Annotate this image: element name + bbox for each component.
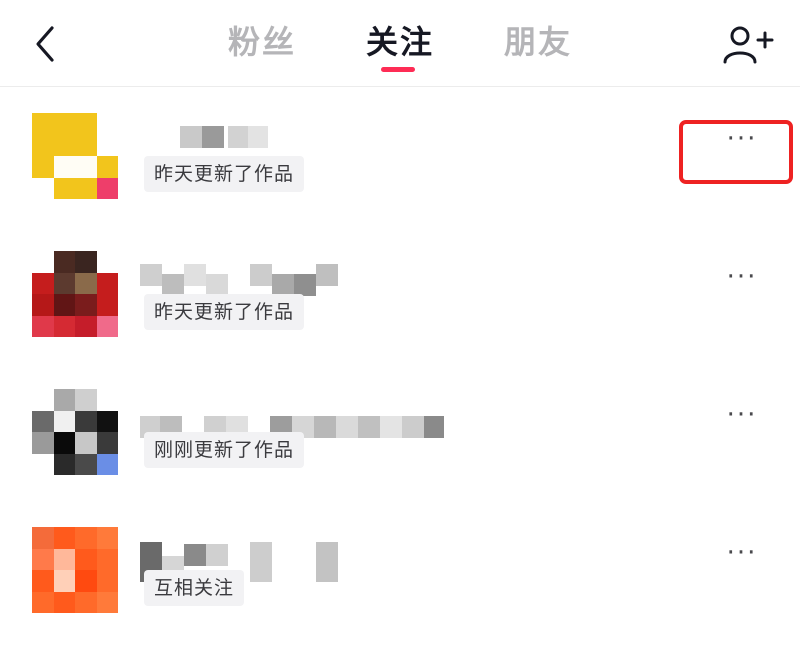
avatar[interactable] [32,113,118,199]
tab-friends[interactable]: 朋友 [504,18,572,66]
tab-following[interactable]: 关注 [366,18,434,66]
avatar[interactable] [32,527,118,613]
add-user-icon [723,26,774,64]
status-tag: 昨天更新了作品 [144,294,305,330]
following-list-item[interactable]: 刚刚更新了作品 ··· [0,376,800,514]
highlight-annotation-box [679,120,793,184]
top-nav-bar: 粉丝 关注 朋友 [0,0,800,87]
more-options-button[interactable]: ··· [700,260,784,300]
status-tag: 互相关注 [144,570,245,606]
tab-fans[interactable]: 粉丝 [228,18,296,66]
following-list-item[interactable]: 互相关注 ··· [0,514,800,652]
active-tab-indicator [381,67,415,72]
chevron-left-icon [36,26,54,62]
status-tag: 刚刚更新了作品 [144,432,305,468]
more-options-button[interactable]: ··· [700,398,784,438]
username-blurred [140,120,460,156]
back-button[interactable] [28,22,68,66]
username-blurred [140,396,460,438]
add-friend-button[interactable] [722,22,776,66]
avatar[interactable] [32,389,118,475]
username-blurred [140,258,460,296]
status-tag: 昨天更新了作品 [144,156,305,192]
following-list-item[interactable]: 昨天更新了作品 ··· [0,238,800,376]
username-blurred [140,534,460,582]
avatar[interactable] [32,251,118,337]
more-options-button[interactable]: ··· [700,536,784,576]
